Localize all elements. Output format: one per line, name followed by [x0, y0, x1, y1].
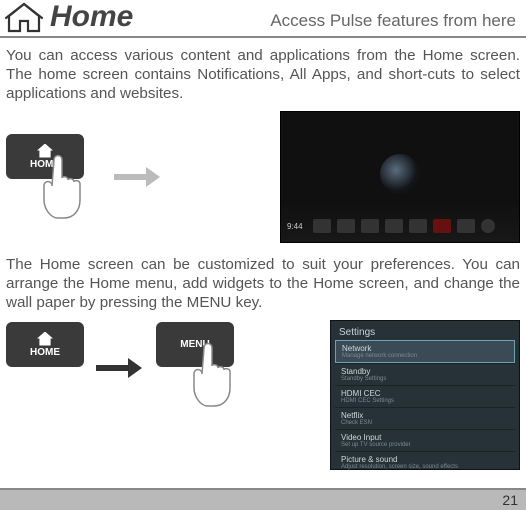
- arrow-icon: [96, 358, 146, 378]
- header: Home Access Pulse features from here: [0, 0, 526, 38]
- page-title: Home: [50, 0, 133, 34]
- settings-item-sub: Adjust resolution, screen size, sound ef…: [341, 464, 509, 470]
- dock-tile: [313, 219, 331, 233]
- settings-item-title: Video Input: [341, 433, 509, 442]
- press-menu-illustration: MENU: [156, 320, 252, 416]
- hand-icon: [186, 340, 250, 410]
- tv-clock: 9:44: [287, 222, 303, 231]
- illustration-row-2: HOME MENU Settings Network Manage networ…: [0, 316, 526, 474]
- tv-settings-screenshot: Settings Network Manage network connecti…: [330, 320, 520, 470]
- settings-item-sub: Manage network connection: [342, 353, 508, 359]
- settings-item-sub: HDMI CEC Settings: [341, 398, 509, 404]
- home-button-block: HOME: [6, 320, 86, 416]
- settings-item-title: Picture & sound: [341, 455, 509, 464]
- illustration-row-1: HOME 9:44: [0, 107, 526, 247]
- arrow-icon: [114, 167, 164, 187]
- settings-title: Settings: [335, 325, 515, 340]
- dock-tile: [409, 219, 427, 233]
- hand-icon: [36, 152, 100, 222]
- settings-item: Standby Standby Settings: [335, 363, 515, 385]
- home-button-label: HOME: [30, 347, 60, 358]
- dock-tile: [337, 219, 355, 233]
- settings-item-sub: Check ESN: [341, 420, 509, 426]
- settings-item: Netflix Check ESN: [335, 407, 515, 429]
- page-subtitle: Access Pulse features from here: [270, 3, 522, 31]
- settings-item-sub: Set up TV source provider: [341, 442, 509, 448]
- customize-paragraph: The Home screen can be customized to sui…: [0, 247, 526, 316]
- settings-item-title: Network: [342, 344, 508, 353]
- settings-item: Picture & sound Adjust resolution, scree…: [335, 451, 515, 473]
- intro-paragraph: You can access various content and appli…: [0, 38, 526, 107]
- settings-item: Video Input Set up TV source provider: [335, 429, 515, 451]
- tv-home-screenshot: 9:44: [280, 111, 520, 243]
- settings-item-title: HDMI CEC: [341, 389, 509, 398]
- press-home-illustration: HOME: [6, 132, 102, 222]
- dock-tile: [361, 219, 379, 233]
- dock-tile: [433, 219, 451, 233]
- home-glyph-icon: [37, 332, 53, 346]
- dock-tile: [457, 219, 475, 233]
- home-button-graphic: HOME: [6, 322, 84, 367]
- settings-item-title: Standby: [341, 367, 509, 376]
- dock-tile: [481, 219, 495, 233]
- settings-item: HDMI CEC HDMI CEC Settings: [335, 385, 515, 407]
- settings-item-title: Netflix: [341, 411, 509, 420]
- dock-tile: [385, 219, 403, 233]
- page-footer: 21: [0, 488, 526, 510]
- page-number: 21: [502, 492, 518, 508]
- home-icon: [4, 1, 44, 33]
- settings-item: Network Manage network connection: [335, 340, 515, 363]
- settings-item-sub: Standby Settings: [341, 376, 509, 382]
